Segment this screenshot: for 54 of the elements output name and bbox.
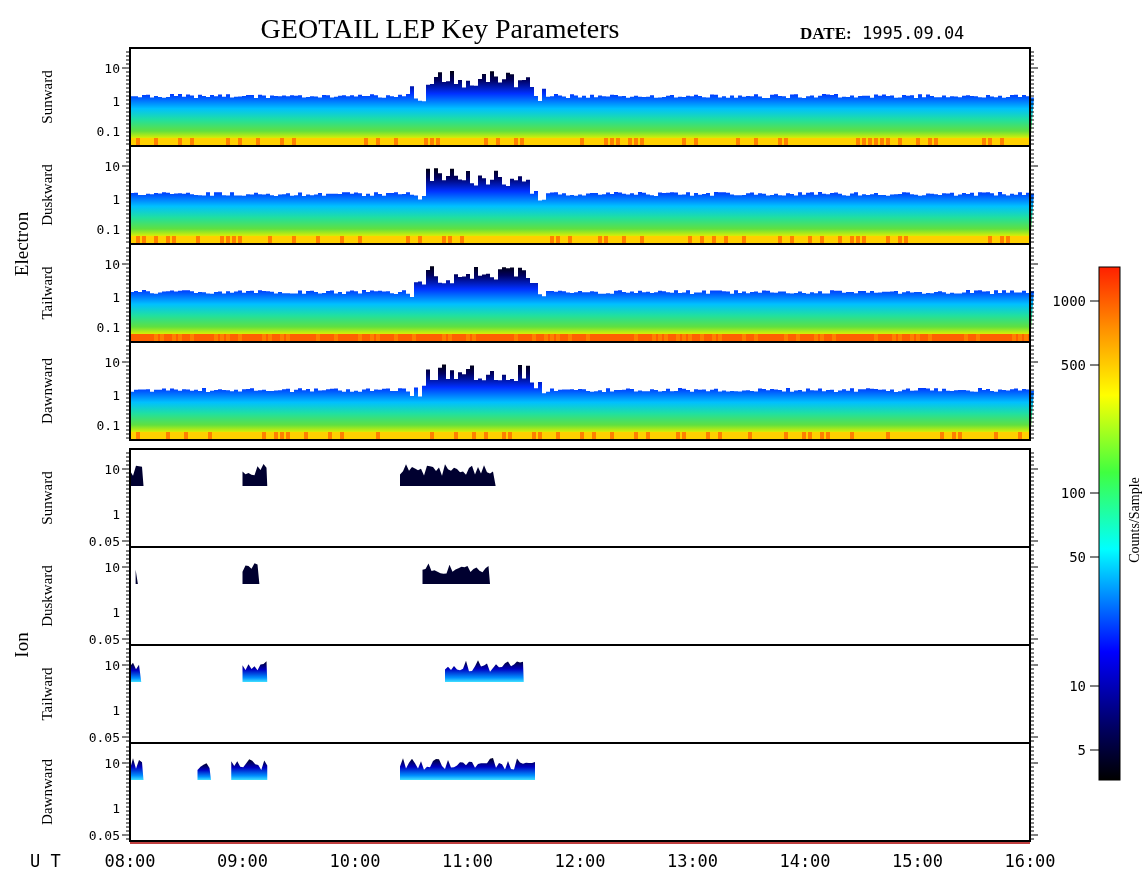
direction-label: Sunward: [39, 471, 55, 525]
colorbar-tick-label: 10: [1069, 678, 1086, 694]
y-tick-label: 0.05: [88, 730, 120, 745]
y-tick-label: 10: [104, 658, 120, 673]
y-tick-label: 10: [104, 61, 120, 76]
plot-title: GEOTAIL LEP Key Parameters: [260, 13, 620, 44]
group-label: Electron: [11, 211, 32, 277]
y-tick-label: 10: [104, 159, 120, 174]
colorbar-tick-label: 100: [1060, 485, 1086, 501]
y-tick-label: 1: [112, 290, 120, 305]
y-tick-label: 1: [112, 94, 120, 109]
direction-label: Dawnward: [39, 358, 55, 424]
y-tick-label: 0.1: [96, 418, 120, 433]
colorbar-tick-label: 1000: [1052, 293, 1086, 309]
y-tick-label: 1: [112, 703, 120, 718]
y-tick-label: 10: [104, 462, 120, 477]
direction-label: Duskward: [39, 565, 55, 627]
y-tick-label: 10: [104, 257, 120, 272]
y-tick-label: 1: [112, 507, 120, 522]
y-tick-label: 10: [104, 560, 120, 575]
x-tick-label: 12:00: [554, 851, 606, 871]
group-label: Ion: [11, 632, 32, 658]
x-tick-label: 10:00: [329, 851, 381, 871]
colorbar-tick-label: 50: [1069, 549, 1086, 565]
x-tick-label: 14:00: [779, 851, 831, 871]
y-tick-label: 0.1: [96, 320, 120, 335]
direction-label: Tailward: [39, 667, 55, 721]
y-tick-label: 0.05: [88, 632, 120, 647]
colorbar-tick-label: 500: [1060, 357, 1086, 373]
y-tick-label: 1: [112, 388, 120, 403]
x-tick-label: 11:00: [441, 851, 494, 871]
y-tick-label: 10: [104, 756, 120, 771]
x-axis-label: U T: [30, 851, 61, 871]
y-tick-label: 0.1: [96, 124, 120, 139]
direction-label: Sunward: [39, 70, 55, 124]
direction-label: Dawnward: [39, 759, 55, 825]
date-label: DATE:: [800, 24, 852, 43]
y-tick-label: 1: [112, 605, 120, 620]
y-tick-label: 10: [104, 355, 120, 370]
direction-label: Tailward: [39, 266, 55, 320]
date-value: 1995.09.04: [862, 23, 965, 43]
colorbar-label: Counts/Sample: [1127, 477, 1142, 563]
colorbar-tick-label: 5: [1077, 742, 1086, 758]
direction-label: Duskward: [39, 164, 55, 226]
y-tick-label: 1: [112, 192, 120, 207]
x-tick-label: 08:00: [104, 851, 156, 871]
x-tick-label: 13:00: [666, 851, 719, 871]
x-tick-label: 15:00: [891, 851, 944, 871]
y-tick-label: 0.1: [96, 222, 120, 237]
y-tick-label: 0.05: [88, 534, 120, 549]
x-tick-label: 09:00: [216, 851, 269, 871]
y-tick-label: 1: [112, 801, 120, 816]
y-tick-label: 0.05: [88, 828, 120, 843]
x-tick-label: 16:00: [1004, 851, 1056, 871]
